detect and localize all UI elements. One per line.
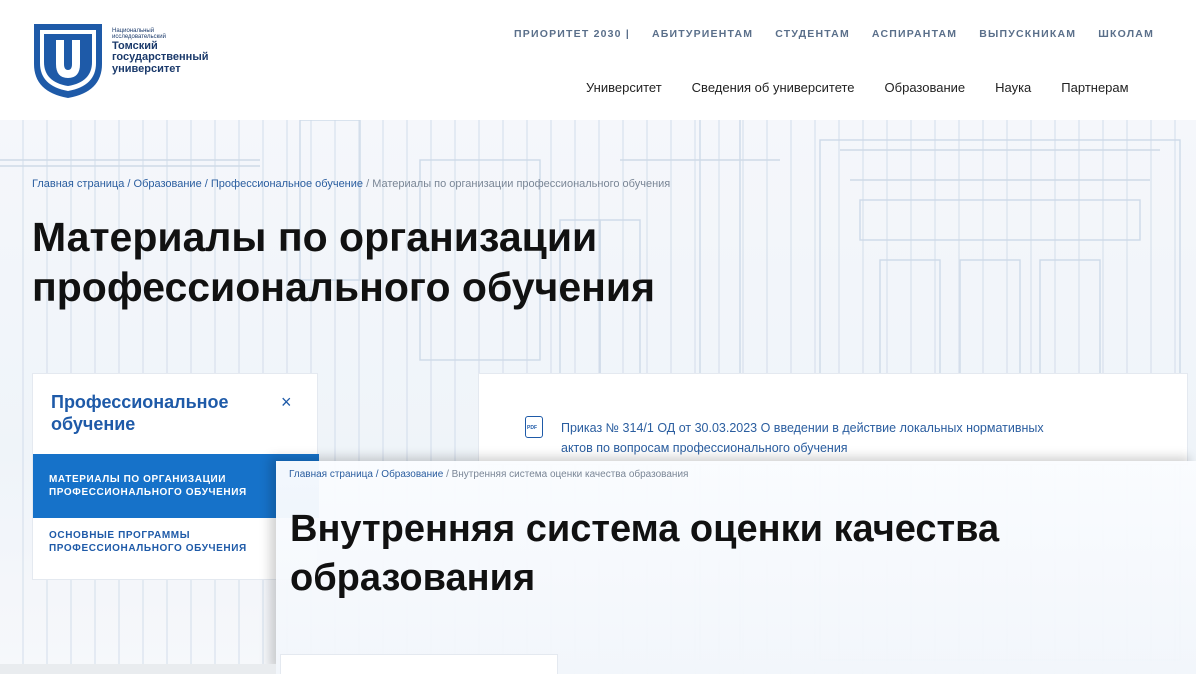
breadcrumb-education[interactable]: / Образование (127, 178, 201, 190)
mainnav-university[interactable]: Университет (586, 80, 662, 95)
topnav-graduates[interactable]: ВЫПУСКНИКАМ (979, 28, 1076, 40)
breadcrumb-overlay: Главная страница / Образование / Внутрен… (289, 469, 688, 480)
breadcrumb-home[interactable]: Главная страница (289, 469, 373, 480)
breadcrumb-professional-training[interactable]: / Профессиональное обучение (205, 178, 363, 190)
shield-logo-icon (34, 24, 102, 98)
overlay-sidebar-card (280, 654, 558, 674)
mainnav-university-info[interactable]: Сведения об университете (692, 80, 855, 95)
mainnav-science[interactable]: Наука (995, 80, 1031, 95)
breadcrumb-current: / Материалы по организации профессиональ… (366, 178, 671, 190)
topnav-postgraduates[interactable]: АСПИРАНТАМ (872, 28, 957, 40)
site-header: Национальный исследовательский Томский г… (0, 0, 1196, 120)
breadcrumb-home[interactable]: Главная страница (32, 178, 124, 190)
mainnav-education[interactable]: Образование (885, 80, 966, 95)
main-navigation: Университет Сведения об университете Обр… (586, 80, 1159, 95)
topnav-students[interactable]: СТУДЕНТАМ (775, 28, 850, 40)
university-logo-shield[interactable] (32, 20, 104, 100)
university-name[interactable]: Национальный исследовательский Томский г… (112, 28, 208, 75)
pdf-icon-label: PDF (527, 425, 537, 431)
sidebar-heading[interactable]: Профессиональное обучение (51, 392, 271, 435)
page-title: Материалы по организации профессионально… (32, 214, 656, 311)
mainnav-partners[interactable]: Партнерам (1061, 80, 1128, 95)
breadcrumb: Главная страница / Образование / Професс… (32, 178, 670, 190)
topnav-schools[interactable]: ШКОЛАМ (1098, 28, 1154, 40)
breadcrumb-education[interactable]: / Образование (376, 469, 444, 480)
overlay-page-title: Внутренняя система оценки качества образ… (290, 508, 1000, 600)
breadcrumb-current: / Внутренняя система оценки качества обр… (446, 469, 689, 480)
documents-card: PDF Приказ № 314/1 ОД от 30.03.2023 О вв… (478, 373, 1188, 465)
document-link[interactable]: Приказ № 314/1 ОД от 30.03.2023 О введен… (561, 418, 1061, 458)
topnav-applicants[interactable]: АБИТУРИЕНТАМ (652, 28, 753, 40)
overlay-page-screenshot: Главная страница / Образование / Внутрен… (276, 461, 1196, 674)
top-navigation: ПРИОРИТЕТ 2030 | АБИТУРИЕНТАМ СТУДЕНТАМ … (514, 28, 1176, 40)
topnav-priority-2030[interactable]: ПРИОРИТЕТ 2030 | (514, 28, 630, 40)
close-icon[interactable]: × (281, 392, 292, 413)
logo-name-2: государственный (112, 51, 209, 64)
logo-name-3: университет (112, 62, 181, 75)
pdf-icon: PDF (525, 416, 543, 438)
bottom-edge (0, 664, 276, 674)
